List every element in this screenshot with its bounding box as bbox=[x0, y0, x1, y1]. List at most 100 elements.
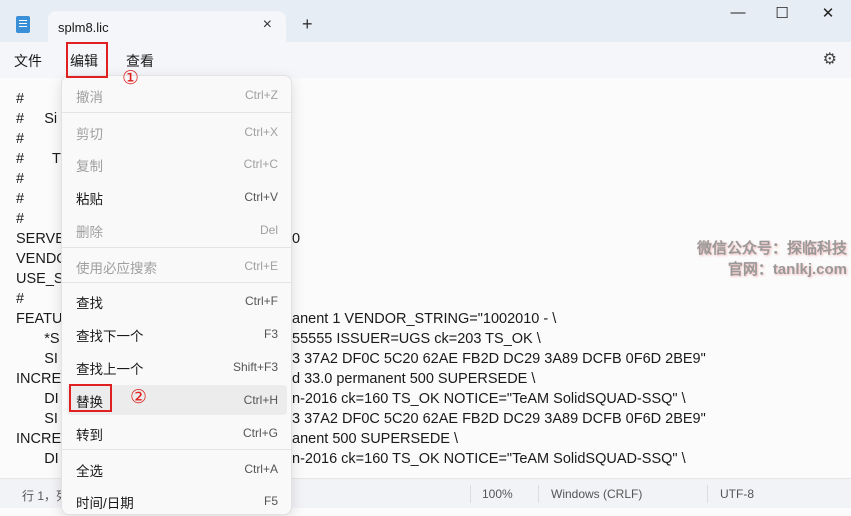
new-tab-button[interactable]: + bbox=[302, 14, 313, 35]
line-text-left: SI bbox=[16, 351, 58, 367]
line-text-left: DI bbox=[16, 451, 59, 467]
watermark: 微信公众号：探临科技 官网：tanlkj.com bbox=[697, 238, 847, 280]
menu-item-label: 使用必应搜索 bbox=[76, 261, 157, 276]
edit-menu-item: 剪切 Ctrl+X bbox=[67, 117, 287, 147]
menu-item-label: 撤消 bbox=[76, 90, 103, 105]
divider bbox=[707, 485, 708, 503]
edit-menu-item: 使用必应搜索 Ctrl+E bbox=[67, 251, 287, 281]
menu-item-label: 查找 bbox=[76, 296, 103, 311]
editor-line: # bbox=[16, 191, 24, 211]
line-text-left: # bbox=[16, 131, 25, 147]
editor-line: FEATU anent 1 VENDOR_STRING="1002010 - \ bbox=[16, 311, 556, 331]
watermark-line1: 微信公众号：探临科技 bbox=[696, 240, 847, 257]
edit-menu-item[interactable]: 粘贴 Ctrl+V bbox=[67, 182, 287, 212]
menu-item-shortcut: Ctrl+G bbox=[242, 426, 278, 440]
status-encoding: UTF-8 bbox=[720, 487, 754, 501]
editor-line: INCRE d 33.0 permanent 500 SUPERSEDE \ bbox=[16, 371, 535, 391]
line-text-left: # T bbox=[16, 151, 61, 167]
watermark-line2: 官网：tanlkj.com bbox=[727, 261, 847, 278]
line-text-left: SERVE bbox=[16, 231, 65, 247]
tab-title: splm8.lic bbox=[58, 20, 109, 35]
edit-menu-item: 复制 Ctrl+C bbox=[67, 149, 287, 179]
line-text-left: # bbox=[16, 291, 25, 307]
line-text-left: DI bbox=[16, 391, 59, 407]
tab-close-icon[interactable]: × bbox=[263, 16, 272, 34]
menu-item-shortcut: Ctrl+E bbox=[244, 259, 278, 273]
menu-item-shortcut: Ctrl+C bbox=[243, 157, 278, 171]
menu-separator bbox=[62, 449, 291, 450]
menu-item-shortcut: Ctrl+H bbox=[243, 393, 278, 407]
menu-item-shortcut: Ctrl+A bbox=[244, 462, 278, 476]
menu-item-label: 转到 bbox=[76, 428, 103, 443]
edit-menu-item: 删除 Del bbox=[67, 215, 287, 245]
minimize-button[interactable]: — bbox=[718, 4, 758, 28]
menu-item-label: 时间/日期 bbox=[76, 496, 134, 511]
line-text-right: anent 1 VENDOR_STRING="1002010 - \ bbox=[292, 311, 557, 327]
menu-item-shortcut: F5 bbox=[263, 494, 278, 508]
editor-line: USE_S bbox=[16, 271, 64, 291]
title-bar: splm8.lic × + — ☐ ✕ bbox=[0, 0, 851, 44]
menu-item-label: 查找上一个 bbox=[76, 362, 144, 377]
editor-line: SERVE 0 bbox=[16, 231, 300, 251]
line-text-right: anent 500 SUPERSEDE \ bbox=[292, 431, 459, 447]
menu-item-shortcut: F3 bbox=[263, 327, 278, 341]
edit-menu-item[interactable]: 查找上一个 Shift+F3 bbox=[67, 352, 287, 382]
tab-splm8[interactable]: splm8.lic × bbox=[48, 11, 286, 44]
edit-menu-item[interactable]: 查找 Ctrl+F bbox=[67, 286, 287, 316]
close-button[interactable]: ✕ bbox=[808, 4, 848, 28]
editor-line: DI n-2016 ck=160 TS_OK NOTICE="TeAM Solid… bbox=[16, 391, 685, 411]
menu-item-shortcut: Shift+F3 bbox=[232, 360, 278, 374]
line-text-right: n-2016 ck=160 TS_OK NOTICE="TeAM SolidSQ… bbox=[292, 391, 686, 407]
maximize-button[interactable]: ☐ bbox=[762, 4, 802, 28]
status-zoom: 100% bbox=[482, 487, 513, 501]
divider bbox=[538, 485, 539, 503]
menu-item-label: 粘贴 bbox=[76, 192, 103, 207]
editor-line: VENDO bbox=[16, 251, 68, 271]
editor-line: DI n-2016 ck=160 TS_OK NOTICE="TeAM Solid… bbox=[16, 451, 685, 471]
menu-item-shortcut: Del bbox=[259, 223, 278, 237]
line-text-left: VENDO bbox=[16, 251, 68, 267]
editor-line: # bbox=[16, 291, 24, 311]
menu-item-shortcut: Ctrl+V bbox=[244, 190, 278, 204]
editor-line: # bbox=[16, 171, 24, 191]
menu-item-shortcut: Ctrl+X bbox=[244, 125, 278, 139]
editor-line: *S 55555 ISSUER=UGS ck=203 TS_OK \ bbox=[16, 331, 541, 351]
editor-line: # Si bbox=[16, 111, 57, 131]
menu-file[interactable]: 文件 bbox=[14, 51, 42, 71]
line-text-right: 0 bbox=[292, 231, 301, 247]
editor-line: # bbox=[16, 91, 24, 111]
line-text-left: *S bbox=[16, 331, 60, 347]
line-text-right: 55555 ISSUER=UGS ck=203 TS_OK \ bbox=[292, 331, 541, 347]
edit-menu-item[interactable]: 查找下一个 F3 bbox=[67, 319, 287, 349]
menu-item-label: 删除 bbox=[76, 225, 103, 240]
line-text-left: # bbox=[16, 171, 25, 187]
divider bbox=[470, 485, 471, 503]
settings-gear-icon[interactable]: ⚙ bbox=[823, 49, 837, 69]
editor-line: SI 3 37A2 DF0C 5C20 62AE FB2D DC29 3A89 D… bbox=[16, 351, 706, 371]
step-2-marker: ② bbox=[130, 387, 148, 408]
line-text-left: USE_S bbox=[16, 271, 64, 287]
editor-line: INCRE anent 500 SUPERSEDE \ bbox=[16, 431, 458, 451]
step-1-marker: ① bbox=[122, 68, 140, 89]
edit-menu-item[interactable]: 转到 Ctrl+G bbox=[67, 418, 287, 448]
edit-menu-item: 撤消 Ctrl+Z bbox=[67, 80, 287, 110]
line-text-right: n-2016 ck=160 TS_OK NOTICE="TeAM SolidSQ… bbox=[292, 451, 686, 467]
line-text-left: # Si bbox=[16, 111, 58, 127]
line-text-left: # bbox=[16, 91, 25, 107]
highlight-box-replace bbox=[69, 384, 112, 412]
line-text-right: d 33.0 permanent 500 SUPERSEDE \ bbox=[292, 371, 536, 387]
line-text-right: 3 37A2 DF0C 5C20 62AE FB2D DC29 3A89 DCF… bbox=[292, 351, 706, 367]
menu-item-label: 全选 bbox=[76, 464, 103, 479]
line-text-left: SI bbox=[16, 411, 58, 427]
status-line-ending: Windows (CRLF) bbox=[551, 487, 643, 501]
highlight-box-edit bbox=[66, 42, 108, 78]
menu-item-shortcut: Ctrl+F bbox=[245, 294, 278, 308]
menu-separator bbox=[62, 247, 291, 248]
edit-menu-item[interactable]: 时间/日期 F5 bbox=[67, 486, 287, 516]
line-text-left: INCRE bbox=[16, 371, 62, 387]
menu-item-label: 查找下一个 bbox=[76, 329, 144, 344]
editor-line: # bbox=[16, 211, 24, 231]
line-text-left: # bbox=[16, 211, 25, 227]
menu-item-shortcut: Ctrl+Z bbox=[245, 88, 278, 102]
edit-menu-item[interactable]: 全选 Ctrl+A bbox=[67, 454, 287, 484]
